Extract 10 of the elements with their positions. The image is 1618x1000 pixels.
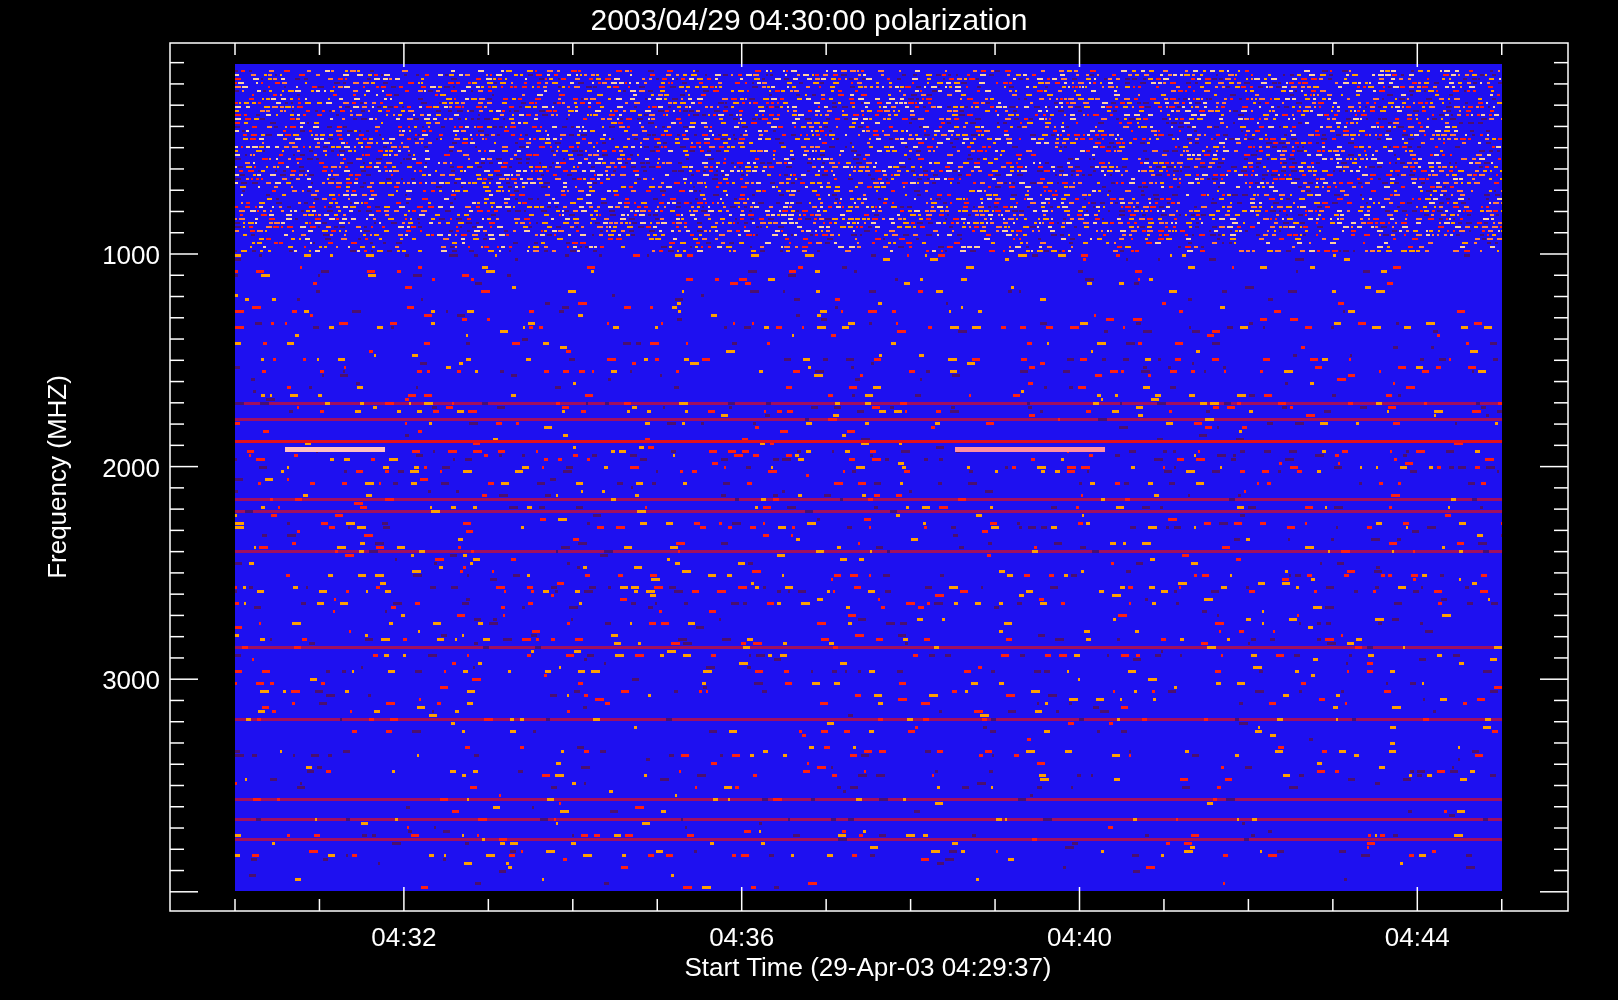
x-tick-label: 04:44 [1384,922,1450,952]
x-tick-label: 04:36 [709,922,775,952]
x-tick-label: 04:32 [371,922,437,952]
y-tick-label: 1000 [102,240,160,270]
y-tick-label: 3000 [102,665,160,696]
y-tick-label: 2000 [102,452,160,483]
x-tick-label: 04:40 [1046,922,1113,952]
chart-title: 2003/04/29 04:30:00 polarization [590,3,1028,36]
y-axis-label: Frequency (MHZ) [42,375,72,579]
x-axis-label: Start Time (29-Apr-03 04:29:37) [684,952,1052,982]
